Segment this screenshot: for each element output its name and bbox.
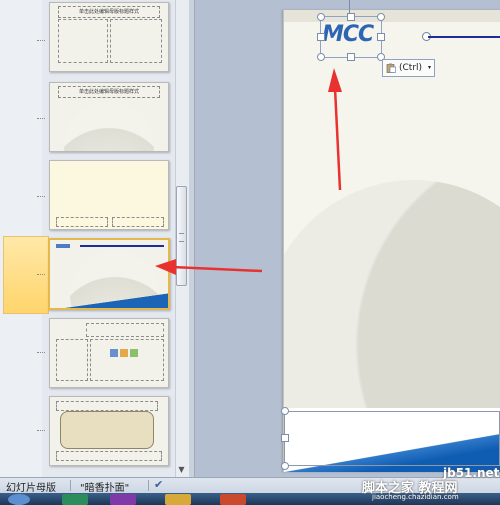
status-theme-name: "暗香扑面"	[80, 483, 130, 494]
taskbar-app-icon[interactable]	[110, 494, 136, 505]
watermark-url: jiaocheng.chazidian.com	[372, 493, 459, 501]
taskbar-app-icon[interactable]	[165, 494, 191, 505]
taskbar-app-icon[interactable]	[220, 494, 246, 505]
start-button-icon[interactable]	[8, 494, 30, 505]
red-arrow-up	[328, 68, 342, 191]
spell-check-icon[interactable]: ✔	[154, 478, 163, 491]
annotation-arrows	[155, 68, 342, 275]
status-view-mode: 幻灯片母版	[6, 483, 56, 494]
status-separator	[148, 480, 149, 491]
red-arrow-left	[155, 259, 263, 275]
status-separator	[70, 480, 71, 491]
taskbar-app-icon[interactable]	[62, 494, 88, 505]
